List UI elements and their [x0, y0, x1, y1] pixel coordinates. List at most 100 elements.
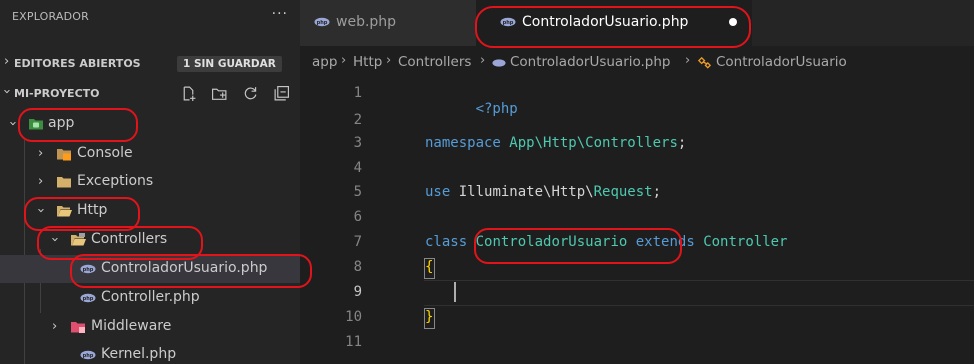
text-caret	[454, 282, 456, 302]
chevron-right-icon: ›	[386, 53, 392, 68]
tree-file-controlador-usuario[interactable]: php ControladorUsuario.php	[0, 255, 300, 283]
tree-file-controller[interactable]: php Controller.php	[0, 284, 300, 312]
console-folder-icon	[57, 149, 71, 161]
tab-controlador-usuario[interactable]: php ControladorUsuario.php	[476, 0, 752, 46]
open-editors-section[interactable]: › EDITORES ABIERTOS 1 SIN GUARDAR	[0, 53, 300, 75]
tree-label: Controller.php	[101, 289, 200, 305]
chevron-right-icon: ›	[341, 53, 347, 68]
breadcrumb: app › Http › Controllers › ControladorUs…	[300, 46, 974, 76]
breadcrumb-http[interactable]: Http	[353, 54, 382, 70]
explorer-header: EXPLORADOR ···	[0, 0, 300, 34]
tree-folder-console[interactable]: › Console	[0, 140, 300, 168]
tree-label: Http	[77, 202, 108, 218]
bracket-match-box	[424, 258, 435, 279]
keyword: class	[425, 234, 468, 250]
line-number: 11	[345, 334, 362, 350]
new-file-icon[interactable]	[180, 85, 197, 102]
code-line-3: namespace App\Http\Controllers;	[425, 135, 686, 151]
breadcrumb-app[interactable]: app	[312, 54, 337, 70]
tab-web-php[interactable]: php web.php	[300, 0, 476, 46]
line-number: 3	[353, 135, 362, 151]
keyword: use	[425, 184, 451, 200]
parent-class-name: Controller	[703, 234, 788, 250]
tab-label: ControladorUsuario.php	[522, 14, 689, 30]
class-name: ControladorUsuario	[475, 234, 628, 250]
chevron-right-icon: ›	[685, 53, 691, 68]
chevron-right-icon: ›	[38, 174, 44, 189]
namespace-name: App\Http\Controllers	[509, 135, 678, 151]
php-file-icon: php	[80, 264, 96, 274]
collapse-all-icon[interactable]	[273, 85, 290, 102]
semicolon: ;	[652, 184, 662, 200]
chevron-right-icon: ›	[480, 53, 486, 68]
chevron-right-icon: ›	[4, 54, 10, 69]
php-file-icon: php	[80, 293, 96, 303]
folder-icon	[57, 177, 71, 188]
tree-folder-controllers[interactable]: › Controllers	[0, 226, 300, 254]
class-name: Request	[593, 184, 653, 200]
line-number: 4	[353, 160, 362, 176]
line-number: 7	[353, 234, 362, 250]
code-line-7: class ControladorUsuario extends Control…	[425, 234, 788, 250]
tree-folder-middleware[interactable]: › Middleware	[0, 313, 300, 341]
open-editors-label: EDITORES ABIERTOS	[14, 57, 141, 70]
php-file-icon: php	[314, 17, 330, 27]
line-number: 9	[353, 284, 362, 300]
app-folder-icon	[29, 119, 43, 130]
folder-open-icon	[57, 206, 72, 217]
tree-folder-app[interactable]: › app	[0, 110, 300, 138]
line-number: 8	[353, 259, 362, 275]
explorer-title: EXPLORADOR	[12, 10, 90, 23]
line-number: 2	[353, 112, 362, 128]
class-symbol-icon	[697, 56, 712, 69]
unsaved-dot-icon[interactable]	[729, 18, 737, 26]
code-editor[interactable]: 1 2 3 4 5 6 7 8 9 10 11 <?php namespace …	[300, 76, 974, 364]
bracket-match-box	[424, 308, 435, 329]
tree-label: Kernel.php	[101, 346, 177, 362]
line-number: 5	[353, 184, 362, 200]
php-file-icon	[492, 59, 506, 67]
svg-text:php: php	[83, 353, 94, 359]
tree-folder-http[interactable]: › Http	[0, 197, 300, 225]
line-number: 6	[353, 209, 362, 225]
more-actions-button[interactable]: ···	[272, 6, 288, 22]
tree-folder-exceptions[interactable]: › Exceptions	[0, 168, 300, 196]
tree-label: app	[48, 115, 75, 131]
breadcrumb-controllers[interactable]: Controllers	[398, 54, 471, 70]
svg-text:php: php	[83, 267, 94, 273]
explorer-sidebar: EXPLORADOR ··· › EDITORES ABIERTOS 1 SIN…	[0, 0, 300, 364]
chevron-down-icon: ›	[5, 120, 21, 127]
php-file-icon: php	[80, 350, 96, 360]
keyword: namespace	[425, 135, 501, 151]
code-line-1: <?php	[425, 85, 518, 133]
middleware-folder-icon	[71, 322, 85, 333]
refresh-icon[interactable]	[242, 85, 259, 102]
tree-label: ControladorUsuario.php	[101, 260, 268, 276]
tree-label: Controllers	[91, 231, 168, 247]
svg-text:php: php	[317, 20, 328, 26]
line-number: 1	[353, 85, 362, 101]
svg-text:php: php	[503, 20, 514, 26]
controllers-folder-icon	[71, 233, 86, 246]
chevron-right-icon: ›	[38, 146, 44, 161]
code-line-5: use Illuminate\Http\Request;	[425, 184, 661, 200]
editor-area: php web.php php ControladorUsuario.php a…	[300, 0, 974, 364]
tree-label: Middleware	[91, 318, 172, 334]
svg-text:php: php	[83, 296, 94, 302]
tab-bar: php web.php php ControladorUsuario.php	[300, 0, 974, 46]
project-section[interactable]: › MI-PROYECTO	[0, 83, 300, 105]
namespace-name: Illuminate\Http\	[458, 184, 594, 200]
project-label: MI-PROYECTO	[14, 87, 100, 100]
unsaved-badge: 1 SIN GUARDAR	[177, 56, 282, 72]
keyword: extends	[635, 234, 695, 250]
php-open-tag: <?php	[475, 101, 518, 117]
tree-label: Console	[77, 145, 133, 161]
breadcrumb-symbol[interactable]: ControladorUsuario	[716, 54, 847, 70]
line-number: 10	[345, 309, 362, 325]
new-folder-icon[interactable]	[211, 85, 228, 102]
chevron-down-icon: ›	[0, 88, 15, 95]
tree-label: Exceptions	[77, 173, 154, 189]
chevron-down-icon: ›	[33, 207, 49, 214]
breadcrumb-file[interactable]: ControladorUsuario.php	[510, 54, 671, 70]
tree-file-kernel[interactable]: php Kernel.php	[0, 341, 300, 364]
